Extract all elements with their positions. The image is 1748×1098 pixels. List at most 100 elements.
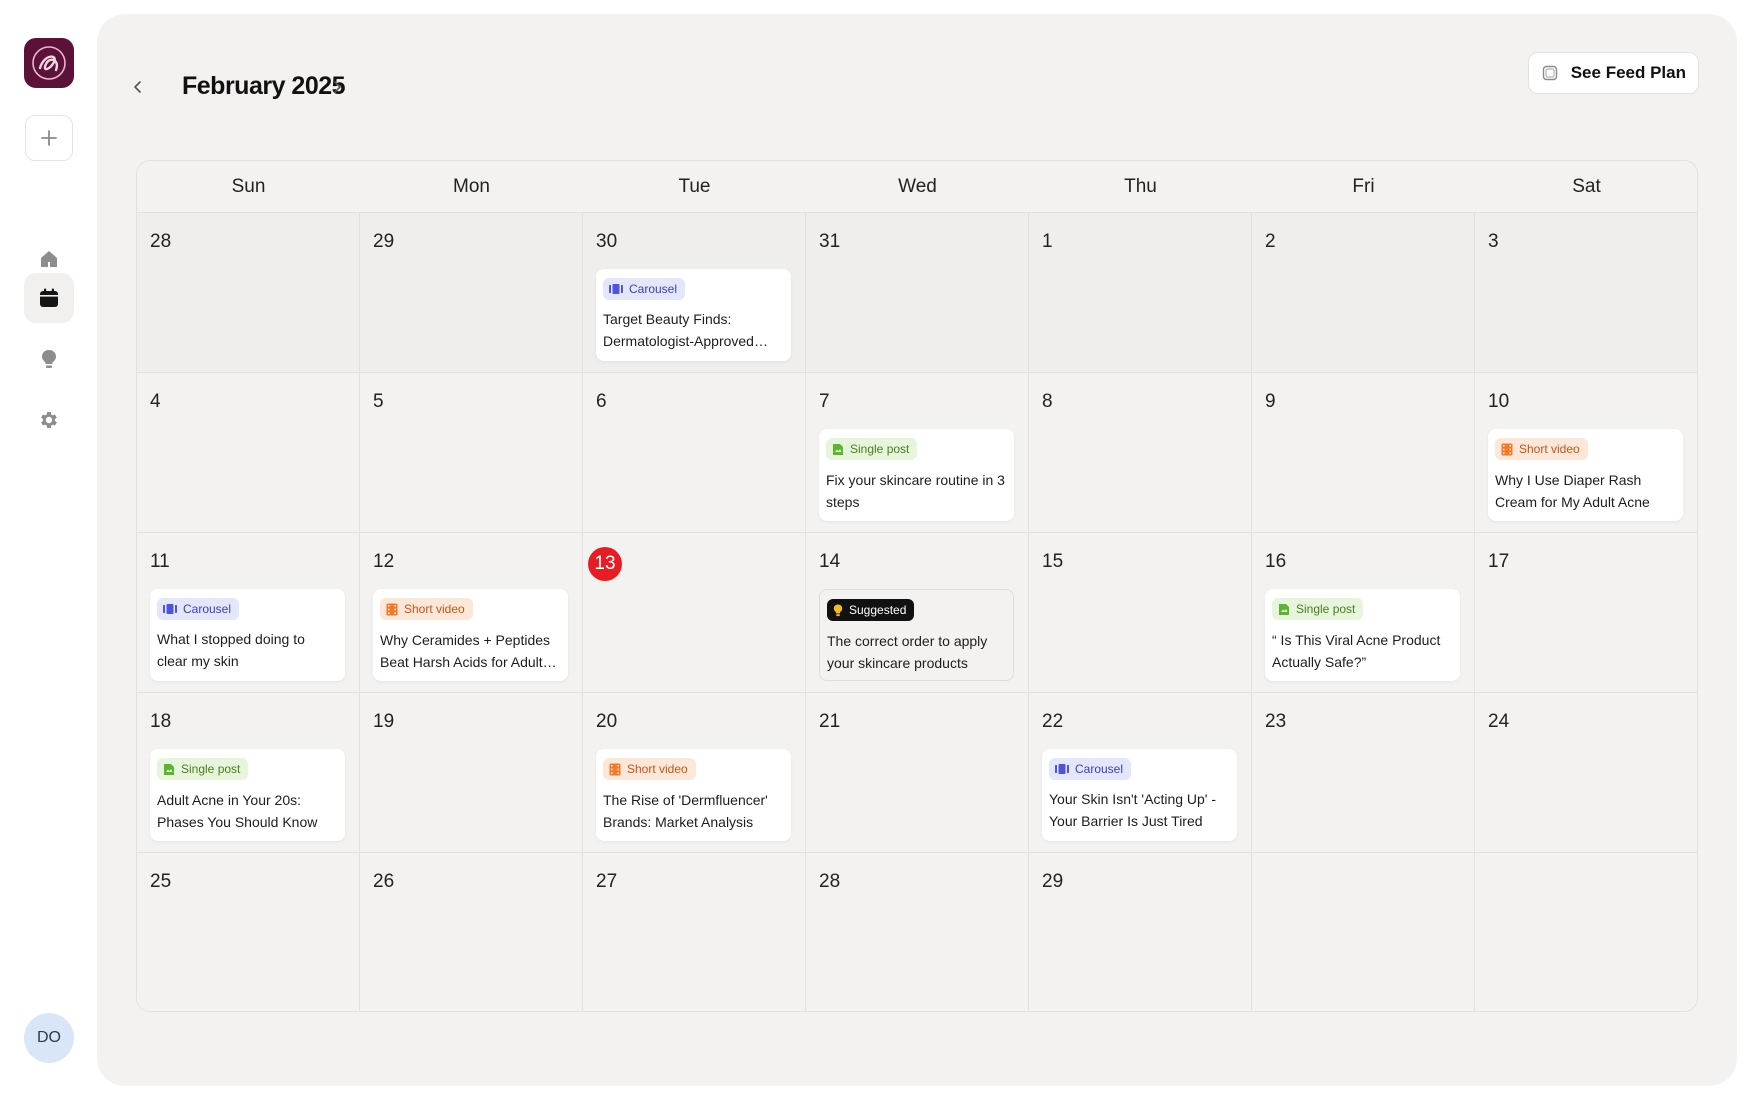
feed-plan-icon [1542,65,1557,81]
day-number: 2 [1265,231,1276,252]
day-number: 1 [1042,231,1053,252]
day-cell[interactable]: 6 [583,373,806,533]
event-title: “ Is This Viral Acne Product Actually Sa… [1272,631,1441,670]
event-type-label: Carousel [629,282,678,296]
day-cell[interactable]: 12 Short video Why Ceramides + Peptides Be… [360,533,583,693]
event-card-carousel[interactable]: Carousel Your Skin Isn't 'Acting Up' - Yo… [1042,749,1237,841]
prev-month-button[interactable] [125,74,151,100]
create-button[interactable] [25,115,73,161]
day-cell[interactable]: 25 [137,853,360,1011]
day-cell[interactable]: 13 [583,533,806,693]
event-card-single[interactable]: Single post Fix your skincare routine in … [819,429,1014,521]
day-cell[interactable]: 28 [137,213,360,373]
short-video-icon [609,763,621,775]
event-type-label: Carousel [1075,762,1124,776]
day-cell[interactable]: 29 [360,213,583,373]
day-number: 30 [596,231,618,252]
day-cell[interactable]: 2 [1252,213,1475,373]
month-nav [125,64,151,110]
lightbulb-icon [42,350,56,368]
event-type-tag: Carousel [1049,758,1132,780]
day-cell[interactable]: 1 [1029,213,1252,373]
day-cell[interactable]: 27 [583,853,806,1011]
day-cell[interactable]: 21 [806,693,1029,853]
day-cell[interactable]: 28 [806,853,1029,1011]
day-cell[interactable]: 3 [1475,213,1697,373]
user-avatar[interactable]: DO [24,1013,74,1063]
weekday-thu: Thu [1124,175,1157,197]
month-title: February 2025 [182,72,346,100]
day-number: 11 [150,551,170,572]
day-number: 12 [373,551,395,572]
day-cell[interactable]: 24 [1475,693,1697,853]
day-cell[interactable]: 30 Carousel Target Beauty Finds: Dermatolo… [583,213,806,373]
main-panel: February 2025 See Feed Plan Sun Mon Tue Wed… [97,14,1737,1086]
chevron-left-icon [134,81,141,93]
day-cell[interactable]: 16 Single post “ Is This Viral Acne Produc… [1252,533,1475,693]
day-number: 7 [819,391,830,412]
app-logo[interactable] [24,38,74,88]
day-cell[interactable]: 18 Single post Adult Acne in Your 20s: Pha… [137,693,360,853]
day-cell[interactable]: 7 Single post Fix your skincare routine in… [806,373,1029,533]
sidebar: DO [0,0,97,1098]
day-number: 23 [1265,711,1287,732]
day-cell[interactable]: 11 Carousel What I stopped doing to clear … [137,533,360,693]
day-number: 15 [1042,551,1064,572]
day-number: 29 [373,231,395,252]
day-number: 4 [150,391,161,412]
event-type-tag: Carousel [603,278,686,300]
weekday-sun: Sun [231,175,266,197]
day-cell[interactable]: 14 Suggested The correct order to apply yo… [806,533,1029,693]
single-post-icon [833,443,843,455]
event-type-tag: Single post [157,758,249,780]
day-cell[interactable]: 17 [1475,533,1697,693]
nav-item-ideas[interactable] [24,334,74,384]
event-type-label: Suggested [849,603,907,617]
event-card-suggested[interactable]: Suggested The correct order to apply your… [819,589,1014,681]
day-cell[interactable]: 23 [1252,693,1475,853]
day-cell[interactable]: 26 [360,853,583,1011]
today-badge: 13 [588,547,622,581]
day-cell[interactable] [1252,853,1475,1011]
event-type-tag: Carousel [157,598,240,620]
weekday-mon: Mon [453,175,490,197]
event-card-single[interactable]: Single post “ Is This Viral Acne Product … [1265,589,1460,681]
carousel-icon [609,284,623,294]
event-card-carousel[interactable]: Carousel What I stopped doing to clear my… [150,589,345,681]
event-title: Your Skin Isn't 'Acting Up' - Your Barri… [1049,791,1217,829]
day-number: 8 [1042,391,1053,412]
day-cell[interactable]: 20 Short video The Rise of 'Dermfluencer' … [583,693,806,853]
event-title: Adult Acne in Your 20s: Phases You Shoul… [157,791,318,830]
chevron-right-icon [334,81,341,93]
day-cell[interactable]: 5 [360,373,583,533]
day-number: 3 [1488,231,1499,252]
event-type-label: Single post [850,442,910,456]
next-month-button[interactable] [324,74,350,100]
day-cell[interactable]: 31 [806,213,1029,373]
event-card-single[interactable]: Single post Adult Acne in Your 20s: Phase… [150,749,345,841]
month-nav-next [324,64,350,110]
event-card-short[interactable]: Short video Why Ceramides + Peptides Beat… [373,589,568,681]
nav-item-calendar[interactable] [24,273,74,323]
event-card-short[interactable]: Short video Why I Use Diaper Rash Cream f… [1488,429,1683,521]
day-cell[interactable]: 29 [1029,853,1252,1011]
day-cell[interactable]: 9 [1252,373,1475,533]
event-title: The Rise of 'Dermfluencer' Brands: Marke… [603,791,768,830]
day-cell[interactable]: 4 [137,373,360,533]
event-card-short[interactable]: Short video The Rise of 'Dermfluencer' Br… [596,749,791,841]
nav-item-settings[interactable] [24,395,74,445]
day-cell[interactable] [1475,853,1697,1011]
event-type-tag: Short video [380,598,473,620]
carousel-icon [163,604,177,614]
day-number: 6 [596,391,607,412]
event-card-carousel[interactable]: Carousel Target Beauty Finds: Dermatologi… [596,269,791,361]
day-cell[interactable]: 19 [360,693,583,853]
day-number: 16 [1265,551,1287,572]
day-cell[interactable]: 22 Carousel Your Skin Isn't 'Acting Up' - … [1029,693,1252,853]
event-type-label: Short video [1519,442,1580,456]
day-cell[interactable]: 15 [1029,533,1252,693]
month-calendar: Sun Mon Tue Wed Thu Fri Sat 28 29 30 Carousel Targ… [136,160,1698,1012]
day-cell[interactable]: 10 Short video Why I Use Diaper Rash Cream… [1475,373,1697,533]
see-feed-plan-button[interactable]: See Feed Plan [1527,52,1699,94]
day-cell[interactable]: 8 [1029,373,1252,533]
